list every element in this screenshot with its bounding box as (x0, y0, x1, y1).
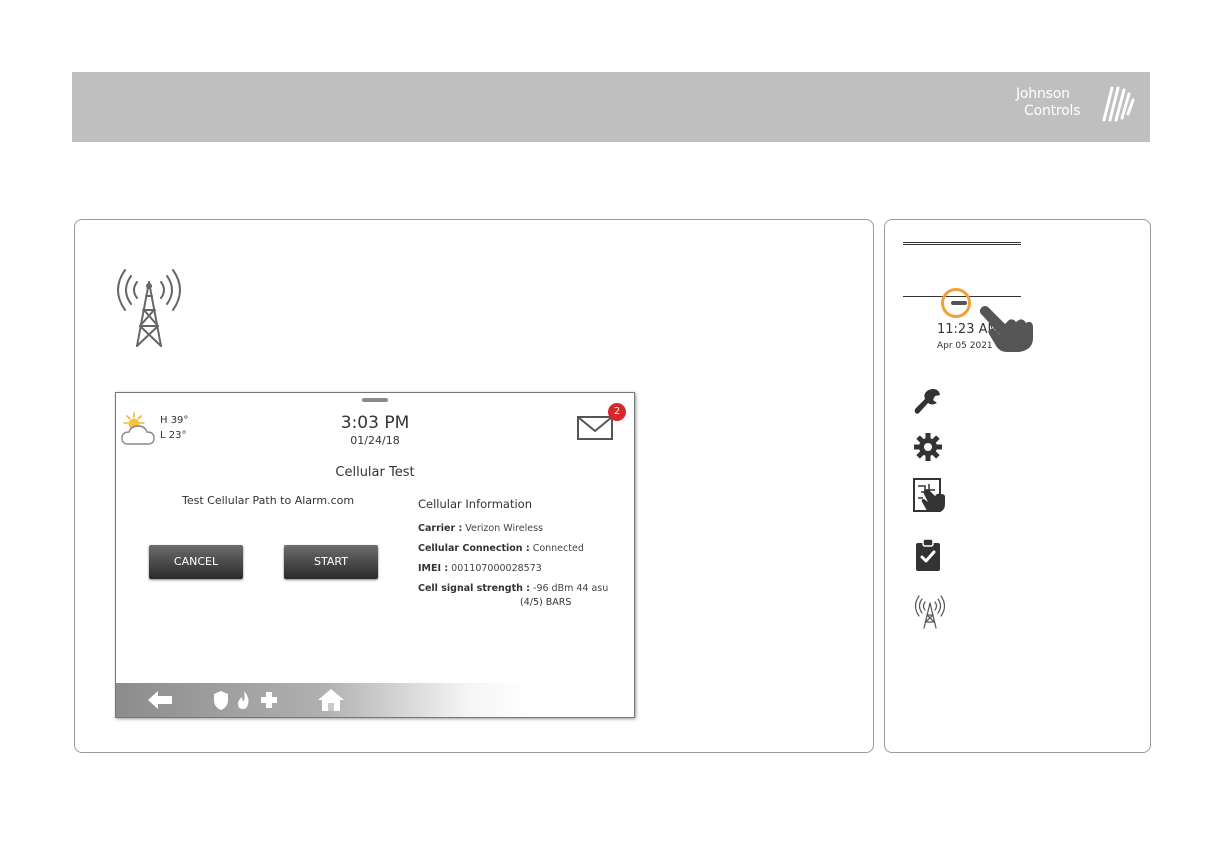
logo-mark-icon (1102, 86, 1135, 122)
pointing-hand-icon (979, 306, 1033, 352)
carrier-row: Carrier : Verizon Wireless (418, 523, 543, 534)
bottom-nav-bar (116, 683, 634, 717)
header-banner: Johnson Controls (72, 72, 1150, 142)
cell-tower-large-icon (117, 269, 181, 347)
gear-icon[interactable] (913, 432, 943, 462)
mail-icon[interactable] (576, 415, 614, 441)
main-panel: H 39° L 23° 3:03 PM 01/24/18 2 Cellular … (74, 219, 874, 753)
imei-row: IMEI : 001107000028573 (418, 563, 542, 574)
wrench-icon[interactable] (913, 386, 943, 416)
cellular-info-heading: Cellular Information (418, 497, 532, 511)
fire-icon[interactable] (235, 689, 253, 711)
panel-screen-cellular-test: H 39° L 23° 3:03 PM 01/24/18 2 Cellular … (115, 392, 635, 718)
message-count-badge: 2 (608, 403, 626, 421)
carrier-value: Verizon Wireless (465, 523, 544, 534)
imei-label: IMEI : (418, 563, 449, 574)
screen-title: Cellular Test (335, 465, 415, 480)
signal-bars: (4/5) BARS (520, 597, 572, 608)
medical-cross-icon[interactable] (258, 689, 280, 711)
back-arrow-icon[interactable] (146, 689, 174, 711)
pull-down-tab[interactable] (951, 301, 967, 305)
divider (903, 242, 1021, 245)
signal-row: Cell signal strength : -96 dBm 44 asu (418, 583, 608, 594)
cancel-button[interactable]: CANCEL (149, 545, 243, 579)
signal-value: -96 dBm 44 asu (533, 583, 609, 594)
connection-label: Cellular Connection : (418, 543, 530, 554)
test-path-label: Test Cellular Path to Alarm.com (182, 494, 355, 507)
connection-row: Cellular Connection : Connected (418, 543, 584, 554)
panel-touch-icon[interactable] (913, 478, 947, 514)
logo-line1: Johnson (1016, 86, 1070, 102)
carrier-label: Carrier : (418, 523, 463, 534)
imei-value: 001107000028573 (451, 563, 542, 574)
logo-line2: Controls (1024, 103, 1081, 119)
start-button[interactable]: START (284, 545, 378, 579)
screen-date: 01/24/18 (350, 434, 400, 447)
johnson-controls-logo: Johnson Controls (1016, 82, 1136, 134)
signal-label: Cell signal strength : (418, 583, 530, 594)
side-panel: 11:23 AM Apr 05 2021 (884, 219, 1151, 753)
cell-tower-icon[interactable] (913, 594, 947, 630)
pull-down-handle[interactable] (362, 398, 388, 402)
shield-icon[interactable] (212, 689, 230, 711)
connection-value: Connected (532, 543, 584, 554)
screen-clock: 3:03 PM (340, 413, 410, 433)
clipboard-check-icon[interactable] (913, 538, 943, 572)
home-icon[interactable] (316, 687, 346, 713)
